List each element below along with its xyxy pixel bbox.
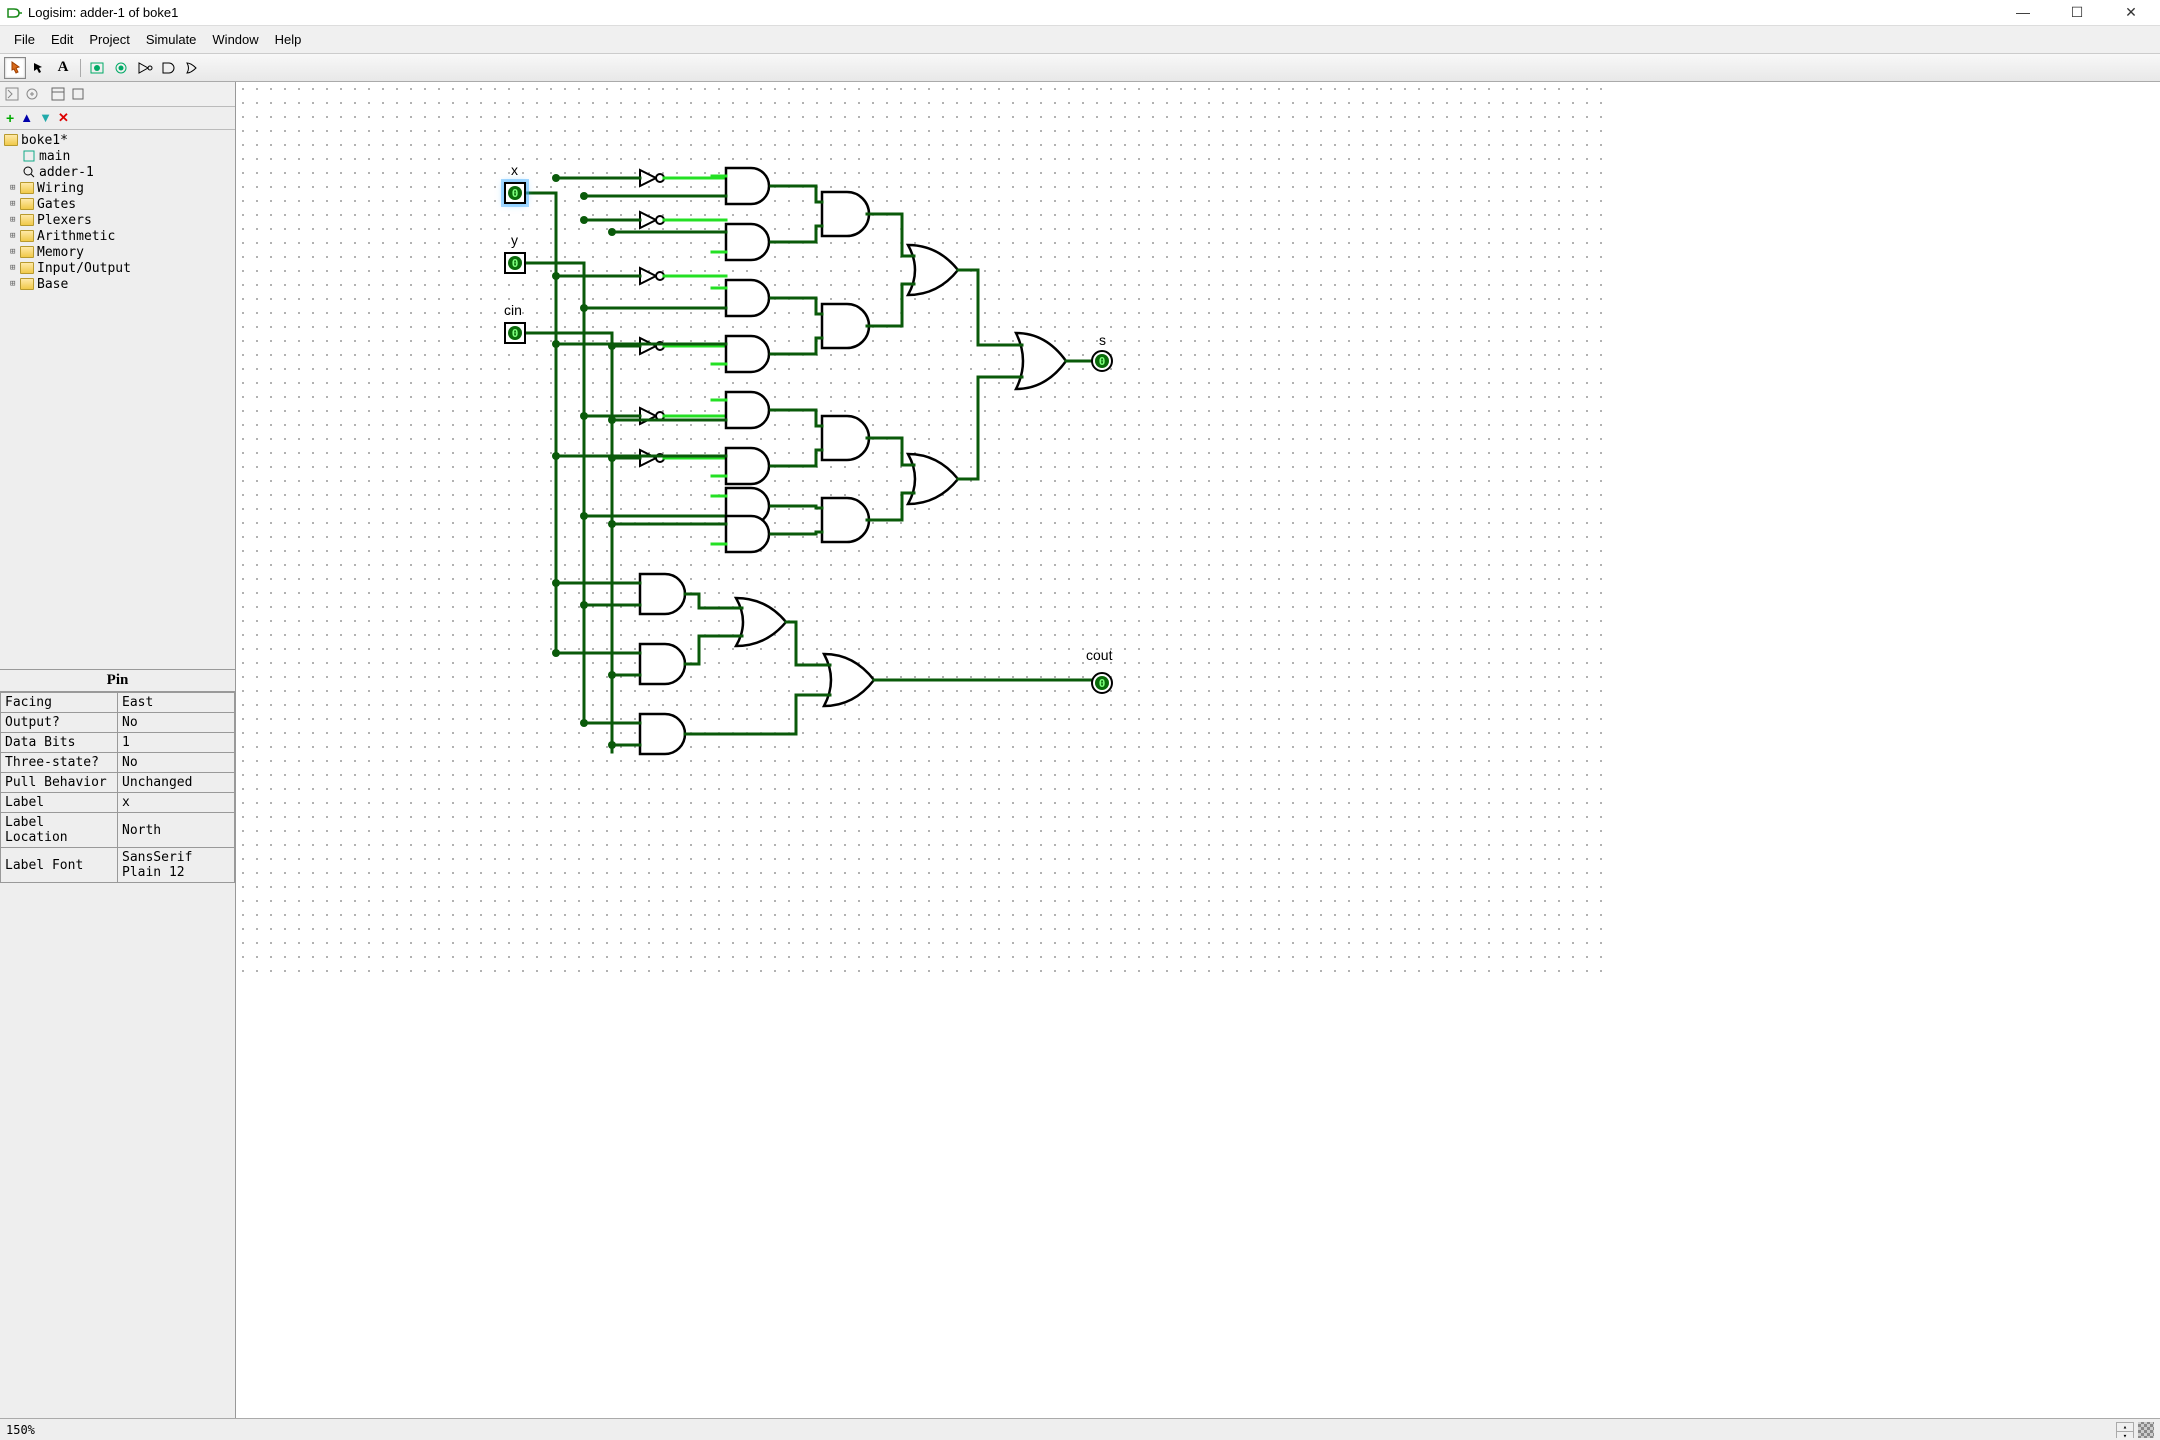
prop-row: Output?No <box>1 713 235 733</box>
prop-row: Three-state?No <box>1 753 235 773</box>
zoom-spinner[interactable]: ▴▾ <box>2116 1422 2134 1438</box>
menu-file[interactable]: File <box>8 30 41 49</box>
window-title: Logisim: adder-1 of boke1 <box>28 5 2008 20</box>
poke-tool[interactable] <box>4 57 26 79</box>
tree-project-row[interactable]: boke1* <box>4 132 231 148</box>
move-down-icon[interactable]: ▼ <box>39 110 52 126</box>
not-gate-tool[interactable] <box>135 57 157 79</box>
pin-label: y <box>511 232 518 248</box>
tree-lib-wiring[interactable]: ⊞Wiring <box>4 180 231 196</box>
tree-circuit-adder[interactable]: adder-1 <box>4 164 231 180</box>
output-pin-s[interactable]: 0 <box>1091 350 1113 372</box>
input-pin-y[interactable]: 0 <box>504 252 526 274</box>
grid-icon[interactable] <box>2138 1422 2154 1438</box>
tree-lib-memory[interactable]: ⊞Memory <box>4 244 231 260</box>
menu-help[interactable]: Help <box>269 30 308 49</box>
select-tool[interactable] <box>28 57 50 79</box>
prop-row: Labelx <box>1 793 235 813</box>
project-tree[interactable]: boke1* main adder-1 ⊞Wiring ⊞Gates ⊞Plex… <box>0 130 235 669</box>
menu-simulate[interactable]: Simulate <box>140 30 203 49</box>
prop-row: Pull BehaviorUnchanged <box>1 773 235 793</box>
tree-toolbar: + ▲ ▼ ✕ <box>0 107 235 130</box>
menu-window[interactable]: Window <box>206 30 264 49</box>
pin-label: cin <box>504 302 522 318</box>
tree-lib-gates[interactable]: ⊞Gates <box>4 196 231 212</box>
or-gate-tool[interactable] <box>183 57 205 79</box>
property-header: Pin <box>0 670 235 692</box>
tree-circuit-main[interactable]: main <box>4 148 231 164</box>
pin-label: cout <box>1086 647 1112 663</box>
view-toggle-3[interactable] <box>49 85 67 103</box>
main-toolbar: A <box>0 54 2160 82</box>
delete-icon[interactable]: ✕ <box>58 110 69 126</box>
window-titlebar: Logisim: adder-1 of boke1 — ☐ ✕ <box>0 0 2160 26</box>
tree-lib-base[interactable]: ⊞Base <box>4 276 231 292</box>
view-toggle-4[interactable] <box>69 85 87 103</box>
output-pin-tool[interactable] <box>111 57 133 79</box>
tree-lib-arithmetic[interactable]: ⊞Arithmetic <box>4 228 231 244</box>
tree-lib-plexers[interactable]: ⊞Plexers <box>4 212 231 228</box>
status-bar: 150% ▴▾ <box>0 1418 2160 1440</box>
menu-edit[interactable]: Edit <box>45 30 79 49</box>
prop-row: Data Bits1 <box>1 733 235 753</box>
canvas[interactable]: 0 x 0 y 0 cin 0 s 0 cout <box>236 82 2160 1418</box>
pin-label: s <box>1099 332 1106 348</box>
property-table[interactable]: FacingEast Output?No Data Bits1 Three-st… <box>0 692 235 883</box>
prop-row: Label LocationNorth <box>1 813 235 848</box>
tree-lib-io[interactable]: ⊞Input/Output <box>4 260 231 276</box>
output-pin-cout[interactable]: 0 <box>1091 672 1113 694</box>
and-gate-tool[interactable] <box>159 57 181 79</box>
text-tool[interactable]: A <box>52 57 74 79</box>
app-icon <box>6 5 22 21</box>
minimize-button[interactable]: — <box>2008 4 2038 21</box>
move-up-icon[interactable]: ▲ <box>20 110 33 126</box>
close-button[interactable]: ✕ <box>2116 4 2146 21</box>
input-pin-x[interactable]: 0 <box>504 182 526 204</box>
prop-row: FacingEast <box>1 693 235 713</box>
add-circuit-icon[interactable]: + <box>6 110 14 126</box>
maximize-button[interactable]: ☐ <box>2062 4 2092 21</box>
property-panel: Pin FacingEast Output?No Data Bits1 Thre… <box>0 669 235 883</box>
view-toggle-1[interactable] <box>3 85 21 103</box>
prop-row: Label FontSansSerif Plain 12 <box>1 848 235 883</box>
pin-label: x <box>511 162 518 178</box>
sidebar-view-toolbar <box>0 82 235 107</box>
menu-bar: File Edit Project Simulate Window Help <box>0 26 2160 54</box>
zoom-level: 150% <box>6 1423 35 1437</box>
input-pin-cin[interactable]: 0 <box>504 322 526 344</box>
view-toggle-2[interactable] <box>23 85 41 103</box>
input-pin-tool[interactable] <box>87 57 109 79</box>
sidebar: + ▲ ▼ ✕ boke1* main adder-1 ⊞Wiring ⊞Gat… <box>0 82 236 1418</box>
menu-project[interactable]: Project <box>83 30 135 49</box>
